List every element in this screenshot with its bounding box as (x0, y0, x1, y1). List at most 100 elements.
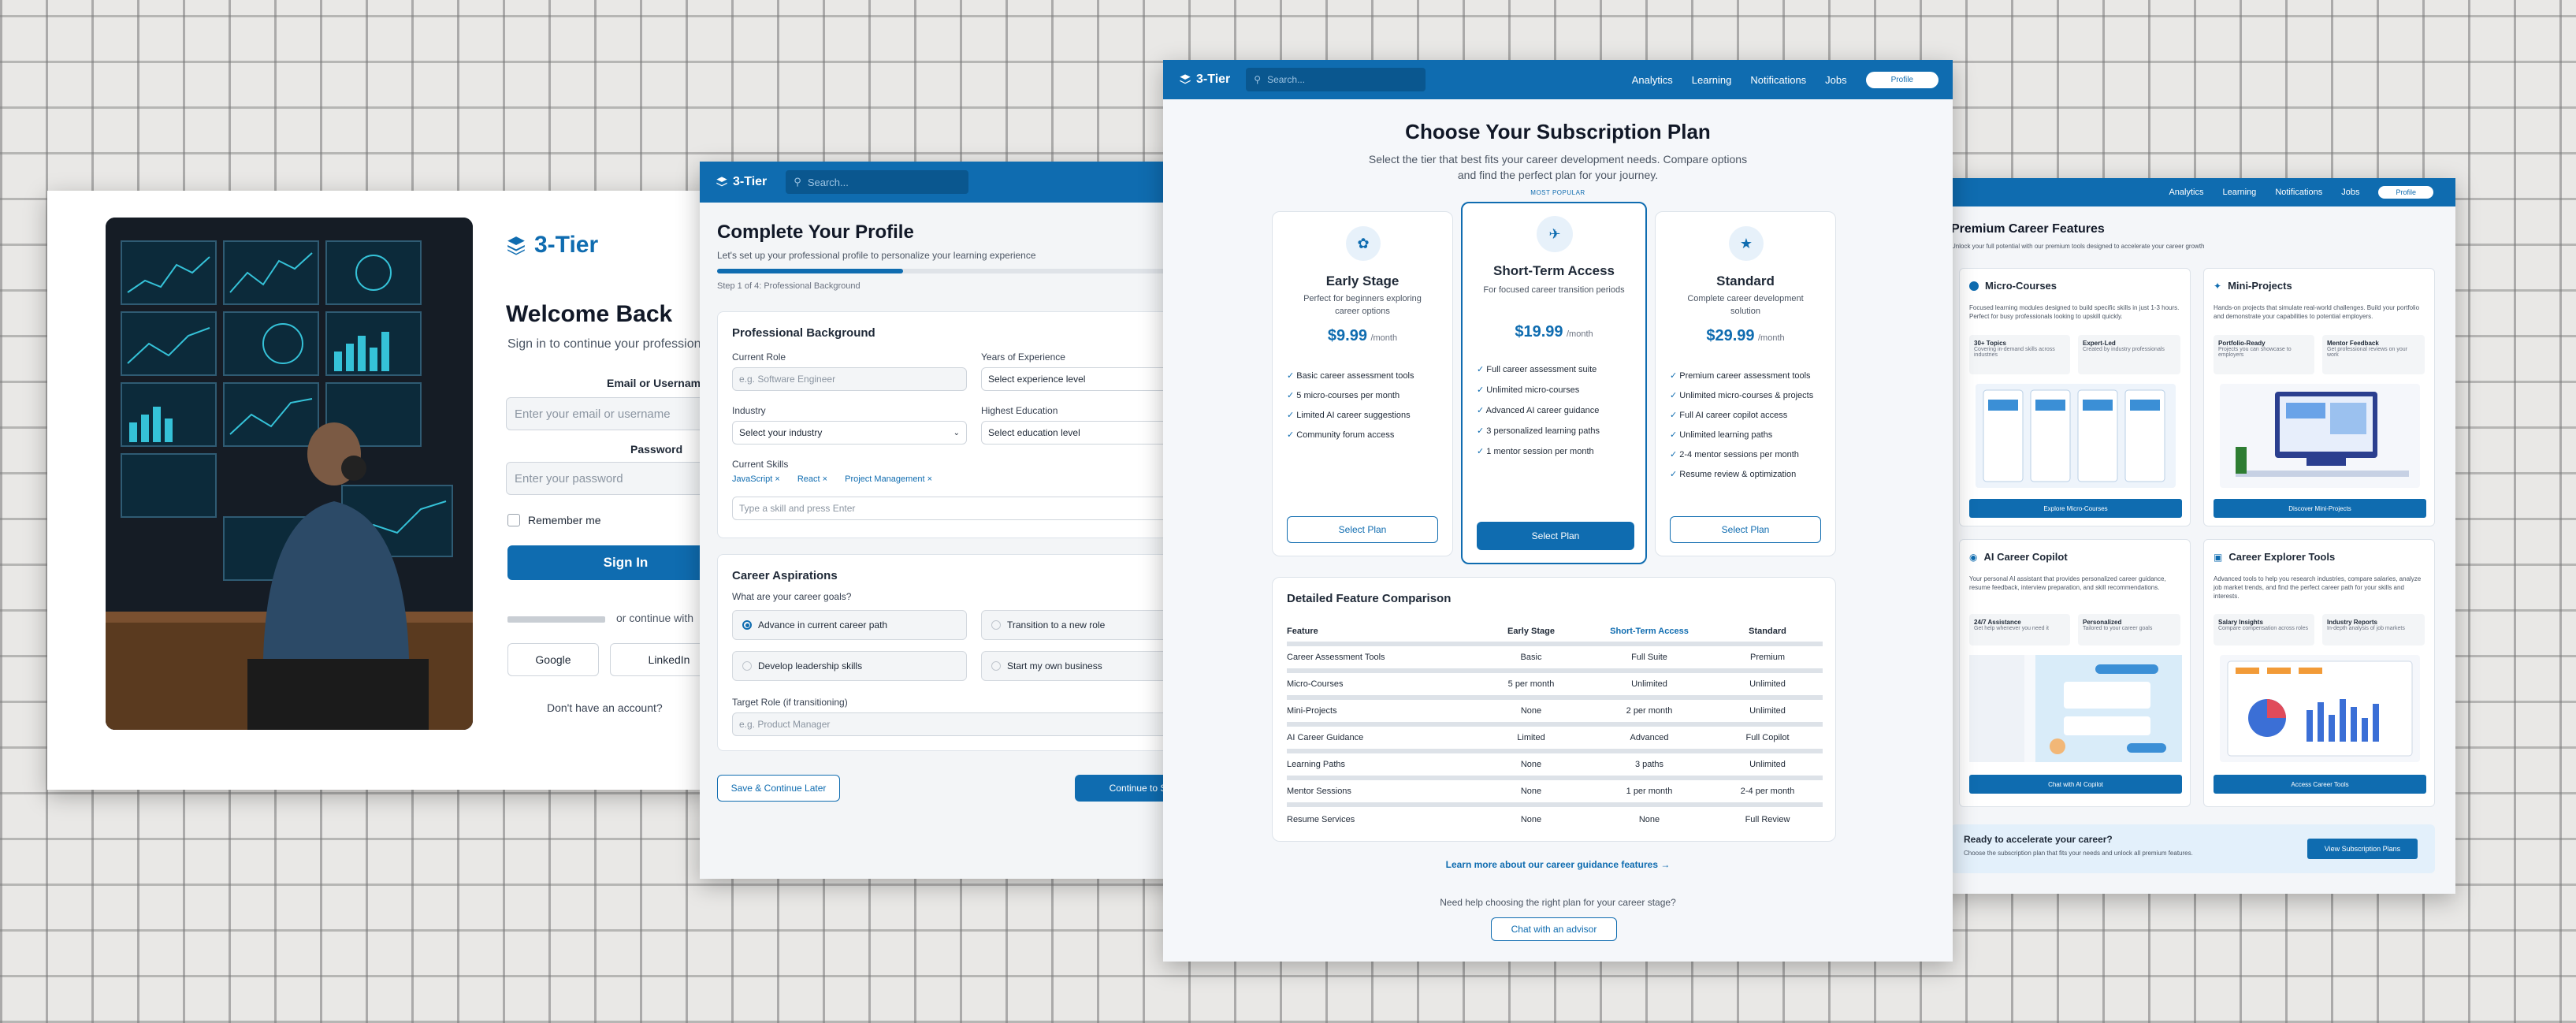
nav-notifications[interactable]: Notifications (1750, 74, 1806, 86)
goals-question: What are your career goals? (732, 591, 852, 602)
feature-text: 5 micro-courses per month (1296, 391, 1400, 400)
divider-line (507, 616, 605, 623)
explore-micro-courses-button[interactable]: Explore Micro-Courses (1969, 499, 2182, 518)
pricing-logo[interactable]: 3-Tier (1179, 73, 1230, 87)
star-icon: ★ (1729, 226, 1764, 261)
radio-icon[interactable] (742, 661, 752, 671)
education-value: Select education level (988, 427, 1080, 438)
remember-me[interactable]: Remember me (507, 514, 601, 526)
badge-desc: Tailored to your career goals (2083, 626, 2153, 631)
feature-title: AI Career Copilot (1983, 551, 2068, 563)
goal-option[interactable]: Advance in current career path (732, 610, 967, 640)
nav-analytics[interactable]: Analytics (1632, 74, 1673, 86)
plan-feature: ✓ Unlimited learning paths (1670, 426, 1827, 445)
nav-jobs[interactable]: Jobs (1825, 74, 1846, 86)
plan-value-cell: None (1520, 706, 1542, 716)
profile-subtitle: Let's set up your professional profile t… (717, 250, 1036, 261)
current-role-label: Current Role (732, 352, 786, 363)
skill-tag-label: Project Management (845, 474, 925, 484)
skill-tag[interactable]: JavaScript × (732, 474, 780, 484)
no-account-link[interactable]: Don't have an account? (547, 701, 663, 714)
pricing-search[interactable]: ⚲ Search... (1246, 68, 1426, 91)
plan-price-row: $9.99 /month (1273, 327, 1452, 345)
badge-title: Expert-Led (2083, 340, 2116, 347)
check-icon: ✓ (1287, 371, 1295, 381)
skill-tag[interactable]: React × (797, 474, 827, 484)
remember-checkbox[interactable] (507, 514, 520, 526)
or-continue-text: or continue with (616, 612, 694, 624)
email-label: Email or Usernam (607, 377, 701, 389)
pricing-subtitle-2: and find the perfect plan for your journ… (1457, 169, 1659, 181)
password-input[interactable]: Enter your password (506, 462, 709, 495)
robot-icon: ◉ (1969, 551, 1978, 563)
profile-button-label: Profile (2396, 188, 2416, 196)
feature-text: Premium career assessment tools (1679, 371, 1811, 381)
help-text: Need help choosing the right plan for yo… (1440, 897, 1676, 908)
profile-window: 3-Tier ⚲ Search... Complete Your Profile… (700, 162, 1204, 879)
plan-desc: For focused career transition periods (1483, 285, 1625, 295)
profile-logo[interactable]: 3-Tier (716, 175, 767, 189)
save-later-button[interactable]: Save & Continue Later (717, 775, 840, 802)
remove-tag-icon[interactable]: × (927, 474, 932, 484)
linkedin-button[interactable]: LinkedIn (610, 643, 709, 676)
radio-icon[interactable] (991, 620, 1001, 630)
profile-topbar: 3-Tier ⚲ Search... (700, 162, 1204, 203)
micro-courses-illustration (1976, 384, 2176, 488)
plan-feature: ✓ Full AI career copilot access (1670, 406, 1827, 426)
badge-title: Salary Insights (2218, 619, 2263, 626)
select-plan-button[interactable]: Select Plan (1287, 516, 1438, 543)
plan-price: $29.99 (1706, 327, 1755, 344)
signin-button[interactable]: Sign In (507, 545, 709, 580)
plan-features: ✓ Full career assessment suite ✓ Unlimit… (1477, 359, 1600, 462)
remove-tag-icon[interactable]: × (775, 474, 779, 484)
google-button[interactable]: Google (507, 643, 599, 676)
industry-select[interactable]: Select your industry ⌄ (732, 421, 967, 445)
badge-desc: Get professional reviews on your work (2327, 347, 2407, 358)
check-icon: ✓ (1670, 411, 1678, 420)
view-plans-button[interactable]: View Subscription Plans (2307, 839, 2418, 859)
radio-selected-icon[interactable] (742, 620, 752, 630)
arrow-right-icon: → (1660, 859, 1671, 870)
profile-search[interactable]: ⚲ Search... (786, 170, 969, 194)
plan-value-cell: Advanced (1630, 733, 1669, 742)
email-input[interactable]: Enter your email or username (506, 397, 709, 430)
current-role-input[interactable]: e.g. Software Engineer (732, 367, 967, 391)
feature-text: Unlimited micro-courses (1486, 385, 1580, 395)
pricing-topbar: 3-Tier ⚲ Search... Analytics Learning No… (1163, 60, 1953, 99)
industry-value: Select your industry (739, 427, 823, 438)
profile-button[interactable]: Profile (1865, 71, 1939, 88)
feature-desc: Your personal AI assistant that provides… (1969, 575, 2166, 592)
plan-value-cell: None (1520, 760, 1542, 769)
feature-badge: Expert-Led Created by industry professio… (2078, 335, 2180, 374)
comparison-card: Detailed Feature Comparison Feature Earl… (1272, 577, 1836, 842)
nav-notifications[interactable]: Notifications (2275, 188, 2322, 197)
remove-tag-icon[interactable]: × (823, 474, 827, 484)
access-career-tools-button[interactable]: Access Career Tools (2214, 775, 2426, 794)
chat-advisor-button[interactable]: Chat with an advisor (1491, 917, 1617, 941)
nav-analytics[interactable]: Analytics (2169, 188, 2203, 197)
discover-mini-projects-button[interactable]: Discover Mini-Projects (2214, 499, 2426, 518)
plan-feature: ✓ Resume review & optimization (1670, 465, 1827, 485)
learn-more-link[interactable]: Learn more about our career guidance fea… (1163, 859, 1953, 870)
select-plan-button[interactable]: Select Plan (1477, 522, 1634, 550)
nav-learning[interactable]: Learning (2222, 188, 2256, 197)
radio-icon[interactable] (991, 661, 1001, 671)
plan-value-cell: Basic (1520, 653, 1542, 662)
goal-option[interactable]: Develop leadership skills (732, 651, 967, 681)
target-role-input[interactable]: e.g. Product Manager (732, 712, 1204, 736)
skill-tag[interactable]: Project Management × (845, 474, 932, 484)
profile-button[interactable]: Profile (2378, 186, 2433, 199)
select-plan-button[interactable]: Select Plan (1670, 516, 1821, 543)
feature-desc: Advanced tools to help you research indu… (2214, 575, 2422, 601)
password-label: Password (630, 443, 683, 456)
skill-tag-label: JavaScript (732, 474, 773, 484)
plan-value-cell: Premium (1749, 653, 1785, 662)
nav-learning[interactable]: Learning (1692, 74, 1732, 86)
nav-jobs[interactable]: Jobs (2341, 188, 2359, 197)
chevron-down-icon: ⌄ (953, 428, 960, 437)
brand-name: 3-Tier (534, 232, 599, 258)
chat-ai-copilot-button[interactable]: Chat with AI Copilot (1969, 775, 2182, 794)
select-plan-label: Select Plan (1338, 524, 1387, 535)
skills-input[interactable]: Type a skill and press Enter (732, 497, 1204, 520)
compass-icon: ▣ (2214, 551, 2223, 563)
